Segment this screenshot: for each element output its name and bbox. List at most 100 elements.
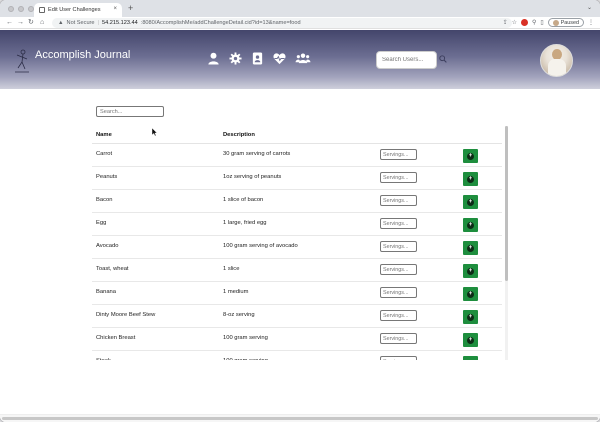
extensions-puzzle-icon[interactable]: ⚲	[532, 19, 536, 26]
food-description: 8-oz serving	[223, 312, 255, 318]
table-row: Egg 1 large, fried egg +	[92, 213, 502, 236]
plus-circle-icon: +	[467, 336, 474, 344]
back-arrow-icon[interactable]: ←	[6, 18, 13, 28]
food-description: 1 slice of bacon	[223, 197, 264, 203]
servings-input[interactable]	[380, 195, 417, 206]
gear-icon[interactable]	[229, 52, 242, 65]
menu-dots-icon[interactable]: ⋮	[588, 19, 594, 26]
share-icon[interactable]: ⇪	[503, 19, 508, 26]
plus-circle-icon: +	[467, 198, 474, 206]
add-food-button[interactable]: +	[463, 333, 478, 347]
add-food-button[interactable]: +	[463, 149, 478, 163]
address-bar[interactable]: ▲ Not Secure | 54.215.123.44:8080/Accomp…	[52, 18, 512, 28]
food-search-input[interactable]	[96, 106, 164, 117]
plus-circle-icon: +	[467, 359, 474, 360]
servings-input[interactable]	[380, 149, 417, 160]
minimize-window-button[interactable]	[18, 6, 24, 12]
window-controls	[8, 6, 34, 12]
plus-circle-icon: +	[467, 152, 474, 160]
url-host: 54.215.123.44	[101, 20, 138, 26]
sidebar-icon[interactable]: ▯	[540, 19, 543, 26]
food-description: 100 gram serving	[223, 335, 268, 341]
toolbar-actions: ⇪ ☆ ⚲ ▯ Paused ⋮	[503, 18, 594, 27]
user-avatar[interactable]	[540, 44, 573, 77]
add-food-button[interactable]: +	[463, 195, 478, 209]
add-food-button[interactable]: +	[463, 310, 478, 324]
search-icon[interactable]	[439, 55, 447, 63]
header-nav-icons	[207, 52, 311, 65]
food-description: 1 medium	[223, 289, 249, 295]
food-description: 30 gram serving of carrots	[223, 151, 291, 157]
extension-icon[interactable]	[520, 19, 528, 26]
servings-input[interactable]	[380, 356, 417, 360]
table-row: Banana 1 medium +	[92, 282, 502, 305]
table-row: Peanuts 1oz serving of peanuts +	[92, 167, 502, 190]
logo-figure-icon[interactable]	[14, 48, 30, 74]
forward-arrow-icon[interactable]: →	[17, 18, 24, 28]
heart-pulse-icon[interactable]	[273, 52, 286, 65]
servings-input[interactable]	[380, 333, 417, 344]
bookmark-star-icon[interactable]: ☆	[512, 19, 517, 26]
table-row: Steak 100 gram serving +	[92, 351, 502, 360]
servings-input[interactable]	[380, 264, 417, 275]
food-name: Banana	[96, 289, 116, 295]
food-description: 100 gram serving	[223, 358, 268, 360]
table-scrollbar-thumb[interactable]	[505, 126, 508, 281]
profile-avatar-icon	[552, 19, 559, 26]
search-users-input[interactable]	[376, 51, 437, 69]
close-window-button[interactable]	[8, 6, 14, 12]
users-group-icon[interactable]	[295, 52, 311, 65]
plus-circle-icon: +	[467, 244, 474, 252]
reload-icon[interactable]: ↻	[28, 18, 34, 28]
food-name: Chicken Breast	[96, 335, 136, 341]
food-name: Steak	[96, 358, 111, 360]
add-food-button[interactable]: +	[463, 264, 478, 278]
tab-close-icon[interactable]: ×	[113, 6, 117, 12]
food-name: Peanuts	[96, 174, 118, 180]
food-table: Name Description Carrot 30 gram serving o…	[92, 127, 502, 360]
home-icon[interactable]: ⌂	[40, 18, 44, 28]
page-horizontal-scrollbar-thumb[interactable]	[2, 417, 598, 420]
plus-circle-icon: +	[467, 267, 474, 275]
table-body: Carrot30 gram serving of carrots+Peanuts…	[92, 144, 502, 360]
servings-input[interactable]	[380, 310, 417, 321]
food-name: Avocado	[96, 243, 119, 249]
table-row: Bacon 1 slice of bacon +	[92, 190, 502, 213]
food-name: Toast, wheat	[96, 266, 129, 272]
food-description: 1 large, fried egg	[223, 220, 267, 226]
profile-status: Paused	[560, 19, 579, 26]
table-row: Avocado 100 gram serving of avocado +	[92, 236, 502, 259]
new-tab-button[interactable]: +	[128, 3, 133, 13]
site-header: Accomplish Journal	[0, 30, 600, 89]
user-icon[interactable]	[207, 52, 220, 65]
plus-circle-icon: +	[467, 290, 474, 298]
brand-title[interactable]: Accomplish Journal	[35, 49, 130, 61]
food-name: Bacon	[96, 197, 113, 203]
page-horizontal-scrollbar[interactable]	[0, 414, 600, 422]
tab-strip: Edit User Challenges × + ⌄	[0, 0, 600, 17]
servings-input[interactable]	[380, 287, 417, 298]
food-table-viewport: Name Description Carrot 30 gram serving o…	[92, 127, 508, 360]
add-food-button[interactable]: +	[463, 356, 478, 360]
servings-input[interactable]	[380, 241, 417, 252]
page-favicon-icon	[39, 7, 45, 13]
browser-window: Edit User Challenges × + ⌄ ← → ↻ ⌂ ▲ Not…	[0, 0, 600, 422]
not-secure-warning-icon: ▲	[58, 20, 64, 26]
servings-input[interactable]	[380, 218, 417, 229]
column-header-description: Description	[223, 132, 255, 138]
column-header-name: Name	[96, 132, 112, 138]
food-name: Dinty Moore Beef Stew	[96, 312, 156, 318]
add-food-button[interactable]: +	[463, 172, 478, 186]
tab-edit-user-challenges[interactable]: Edit User Challenges ×	[34, 3, 122, 17]
food-name: Carrot	[96, 151, 113, 157]
plus-circle-icon: +	[467, 175, 474, 183]
contact-card-icon[interactable]	[251, 52, 264, 65]
food-name: Egg	[96, 220, 107, 226]
table-row: Dinty Moore Beef Stew 8-oz serving +	[92, 305, 502, 328]
profile-button[interactable]: Paused	[547, 18, 584, 27]
add-food-button[interactable]: +	[463, 218, 478, 232]
add-food-button[interactable]: +	[463, 241, 478, 255]
tab-search-chevron-icon[interactable]: ⌄	[587, 4, 592, 11]
add-food-button[interactable]: +	[463, 287, 478, 301]
servings-input[interactable]	[380, 172, 417, 183]
